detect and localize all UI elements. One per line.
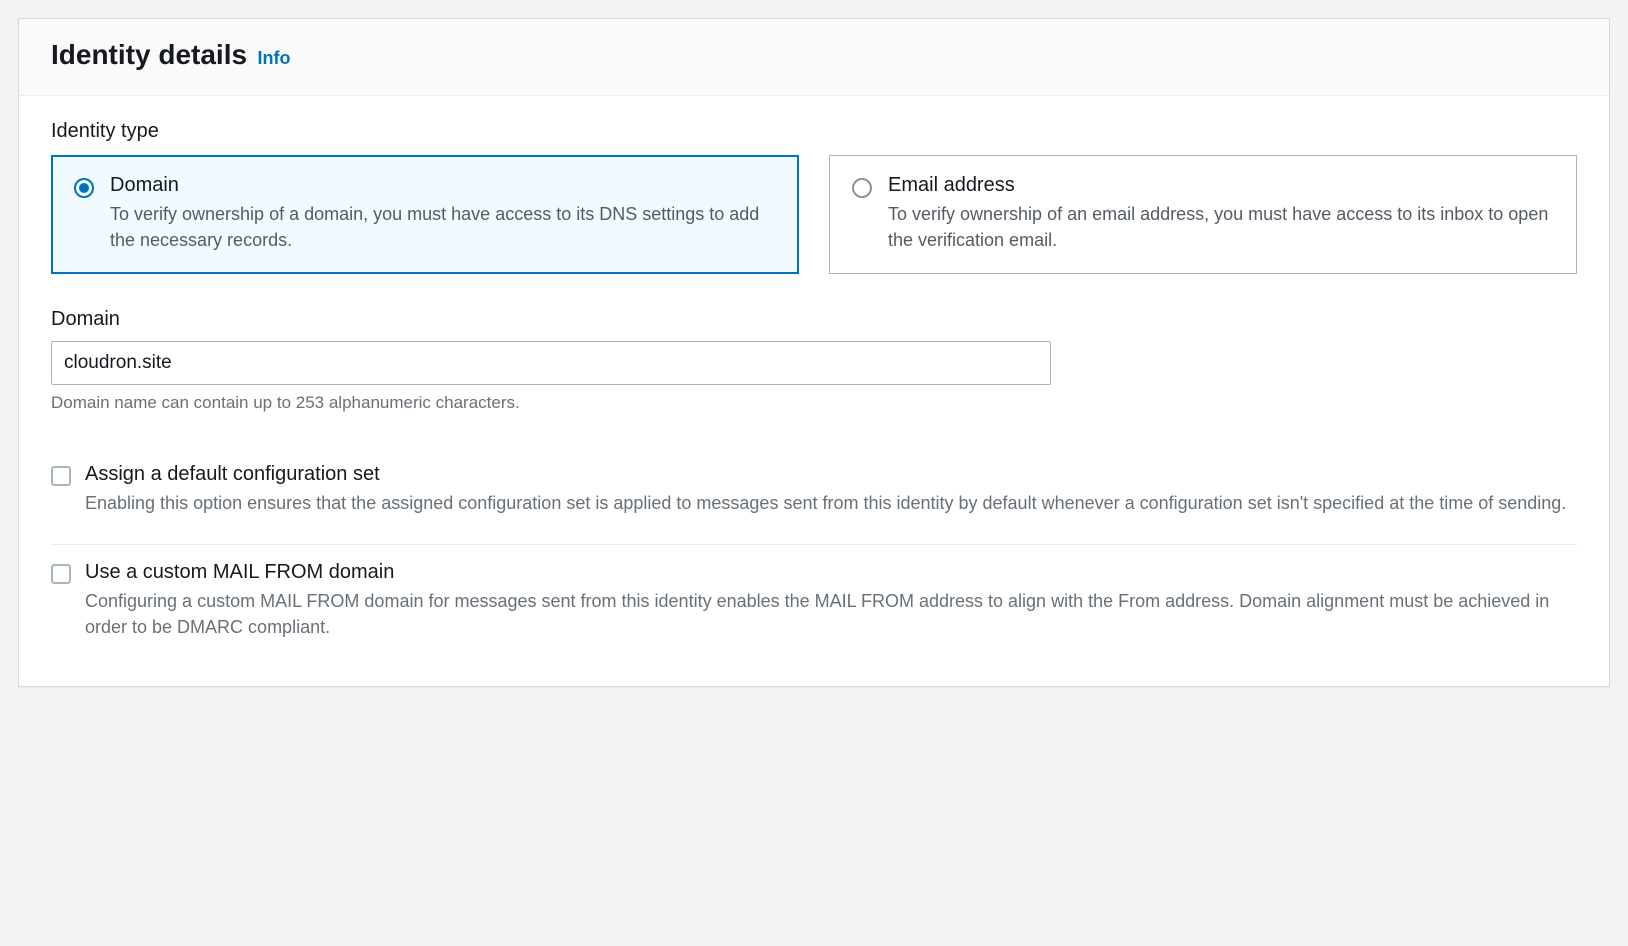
info-link[interactable]: Info [258,48,291,68]
mail-from-label[interactable]: Use a custom MAIL FROM domain [85,561,1577,584]
identity-type-domain-tile[interactable]: Domain To verify ownership of a domain, … [51,155,799,274]
panel-header: Identity details Info [19,19,1609,96]
domain-field-group: Domain Domain name can contain up to 253… [51,308,1577,413]
tile-domain-description: To verify ownership of a domain, you mus… [110,201,776,253]
identity-type-tiles: Domain To verify ownership of a domain, … [51,155,1577,274]
tile-content: Domain To verify ownership of a domain, … [110,174,776,253]
identity-type-email-tile[interactable]: Email address To verify ownership of an … [829,155,1577,274]
config-set-checkbox[interactable] [51,466,71,486]
tile-domain-title: Domain [110,174,776,197]
mail-from-description: Configuring a custom MAIL FROM domain fo… [85,588,1577,640]
tile-email-title: Email address [888,174,1554,197]
domain-input[interactable] [51,341,1051,385]
config-set-content: Assign a default configuration set Enabl… [85,463,1577,516]
tile-content: Email address To verify ownership of an … [888,174,1554,253]
identity-details-panel: Identity details Info Identity type Doma… [18,18,1610,687]
radio-icon [74,178,94,198]
config-set-row: Assign a default configuration set Enabl… [51,447,1577,534]
radio-icon [852,178,872,198]
config-set-description: Enabling this option ensures that the as… [85,490,1577,516]
config-set-label[interactable]: Assign a default configuration set [85,463,1577,486]
panel-body: Identity type Domain To verify ownership… [19,96,1609,686]
mail-from-row: Use a custom MAIL FROM domain Configurin… [51,545,1577,658]
identity-type-label: Identity type [51,120,1577,143]
tile-email-description: To verify ownership of an email address,… [888,201,1554,253]
domain-field-hint: Domain name can contain up to 253 alphan… [51,393,1577,413]
mail-from-checkbox[interactable] [51,564,71,584]
mail-from-content: Use a custom MAIL FROM domain Configurin… [85,561,1577,640]
panel-title: Identity details [51,39,247,70]
domain-field-label: Domain [51,308,1577,331]
